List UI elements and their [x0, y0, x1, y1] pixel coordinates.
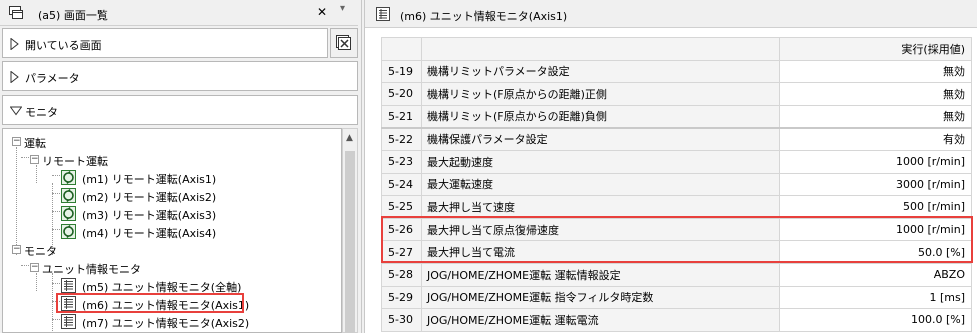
row-number: 5-19 [381, 59, 422, 84]
row-number: 5-30 [381, 308, 422, 332]
remote-operation-icon [61, 170, 76, 185]
close-windows-icon [336, 35, 351, 50]
table-row[interactable]: 5-21 機構リミット(F原点からの距離)負側 無効 [381, 104, 972, 129]
table-row[interactable]: 5-20 機構リミット(F原点からの距離)正側 無効 [381, 82, 972, 106]
dropdown-icon[interactable]: ▾ [340, 3, 345, 14]
row-value: 100.0 [%] [779, 308, 972, 332]
section-monitor[interactable]: モニタ [2, 95, 358, 125]
window-icon [9, 6, 23, 19]
section-open-screens-label: 開いている画面 [25, 39, 102, 52]
parameter-table: 実行(採用値) 5-19 機構リミットパラメータ設定 無効 5-20 機構リミット(F原… [381, 37, 972, 332]
screen-list-title: (a5) 画面一覧 [38, 9, 108, 22]
table-row[interactable]: 5-25 最大押し当て速度 500 [r/min] [381, 195, 972, 219]
monitor-list-icon [61, 278, 76, 293]
scroll-up-icon[interactable]: ▲ [346, 133, 353, 143]
row-value: 無効 [779, 59, 972, 84]
tree-item-label: (m2) リモート運転(Axis2) [82, 191, 217, 204]
monitor-title: (m6) ユニット情報モニタ(Axis1) [400, 10, 568, 23]
screen-list-titlebar: (a5) 画面一覧 ✕ ▾ [0, 0, 358, 26]
header-value-column: 実行(採用値) [779, 37, 972, 61]
header-cell-empty [421, 37, 780, 61]
table-row[interactable]: 5-23 最大起動速度 1000 [r/min] [381, 149, 972, 174]
row-number: 5-23 [381, 149, 422, 174]
row-number: 5-28 [381, 262, 422, 287]
monitor-tree: − 運転 − リモート運転 (m1) リモート運転(Axis1) (m2) リモ… [2, 128, 342, 333]
rows-highlight-box [381, 216, 973, 263]
row-parameter-name: 最大運転速度 [421, 172, 780, 197]
remote-operation-icon [61, 206, 76, 221]
row-number: 5-22 [381, 126, 422, 151]
row-parameter-name: 機構リミットパラメータ設定 [421, 59, 780, 84]
tree-group-operation-label: 運転 [24, 137, 46, 150]
row-parameter-name: JOG/HOME/ZHOME運転 運転情報設定 [421, 262, 780, 287]
table-row[interactable]: 5-24 最大運転速度 3000 [r/min] [381, 172, 972, 197]
collapse-toggle-icon[interactable]: − [30, 155, 39, 164]
row-parameter-name: 機構リミット(F原点からの距離)負側 [421, 104, 780, 129]
table-row[interactable]: 5-28 JOG/HOME/ZHOME運転 運転情報設定 ABZO [381, 262, 972, 287]
row-parameter-name: 最大起動速度 [421, 149, 780, 174]
row-number: 5-24 [381, 172, 422, 197]
tree-item-label: (m4) リモート運転(Axis4) [82, 227, 217, 240]
row-value: 無効 [779, 82, 972, 106]
row-value: 有効 [779, 126, 972, 151]
remote-operation-icon [61, 224, 76, 239]
row-number: 5-29 [381, 285, 422, 310]
section-parameters[interactable]: パラメータ [2, 61, 358, 91]
row-parameter-name: JOG/HOME/ZHOME運転 指令フィルタ時定数 [421, 285, 780, 310]
section-open-screens[interactable]: 開いている画面 [2, 28, 328, 58]
section-monitor-label: モニタ [25, 106, 58, 119]
tree-scrollbar[interactable]: ▲ [342, 128, 358, 333]
row-number: 5-25 [381, 195, 422, 219]
row-value: ABZO [779, 262, 972, 287]
tree-item-label: (m1) リモート運転(Axis1) [82, 173, 217, 186]
scrollbar-thumb[interactable] [345, 151, 355, 333]
expanded-arrow-icon [10, 106, 22, 116]
selected-item-highlight [56, 293, 244, 313]
row-value: 無効 [779, 104, 972, 129]
table-row[interactable]: 5-29 JOG/HOME/ZHOME運転 指令フィルタ時定数 1 [ms] [381, 285, 972, 310]
tree-group-remote-operation-label: リモート運転 [42, 155, 108, 168]
row-value: 1000 [r/min] [779, 149, 972, 174]
table-row[interactable]: 5-19 機構リミットパラメータ設定 無効 [381, 59, 972, 84]
close-all-screens-button[interactable] [330, 28, 358, 58]
row-number: 5-21 [381, 104, 422, 129]
collapse-toggle-icon[interactable]: − [30, 263, 39, 272]
tree-item-label: (m3) リモート運転(Axis3) [82, 209, 217, 222]
row-number: 5-20 [381, 82, 422, 106]
close-icon[interactable]: ✕ [315, 5, 329, 19]
row-value: 3000 [r/min] [779, 172, 972, 197]
table-row[interactable]: 5-30 JOG/HOME/ZHOME運転 運転電流 100.0 [%] [381, 308, 972, 332]
monitor-list-icon [376, 7, 390, 21]
tree-group-monitor-label: モニタ [24, 245, 57, 258]
collapse-toggle-icon[interactable]: − [12, 245, 21, 254]
unit-info-monitor-panel: (m6) ユニット情報モニタ(Axis1) 実行(採用値) 5-19 機構リミット… [364, 0, 977, 333]
row-value: 1 [ms] [779, 285, 972, 310]
row-parameter-name: 機構リミット(F原点からの距離)正側 [421, 82, 780, 106]
row-parameter-name: 機構保護パラメータ設定 [421, 126, 780, 151]
table-row[interactable]: 5-22 機構保護パラメータ設定 有効 [381, 126, 972, 151]
header-cell-empty [381, 37, 422, 61]
tree-item-label: (m7) ユニット情報モニタ(Axis2) [82, 317, 250, 330]
row-parameter-name: JOG/HOME/ZHOME運転 運転電流 [421, 308, 780, 332]
section-parameters-label: パラメータ [25, 72, 80, 85]
monitor-titlebar: (m6) ユニット情報モニタ(Axis1) [365, 0, 977, 28]
remote-operation-icon [61, 188, 76, 203]
tree-group-unit-info-monitor-label: ユニット情報モニタ [42, 263, 141, 276]
collapsed-arrow-icon [10, 71, 19, 83]
row-value: 500 [r/min] [779, 195, 972, 219]
row-parameter-name: 最大押し当て速度 [421, 195, 780, 219]
collapsed-arrow-icon [10, 38, 19, 50]
collapse-toggle-icon[interactable]: − [12, 137, 21, 146]
screen-list-panel: (a5) 画面一覧 ✕ ▾ 開いている画面 パラメータ モニタ − 運転 − リ… [0, 0, 362, 333]
table-header-row: 実行(採用値) [381, 37, 972, 61]
monitor-list-icon [61, 314, 76, 329]
